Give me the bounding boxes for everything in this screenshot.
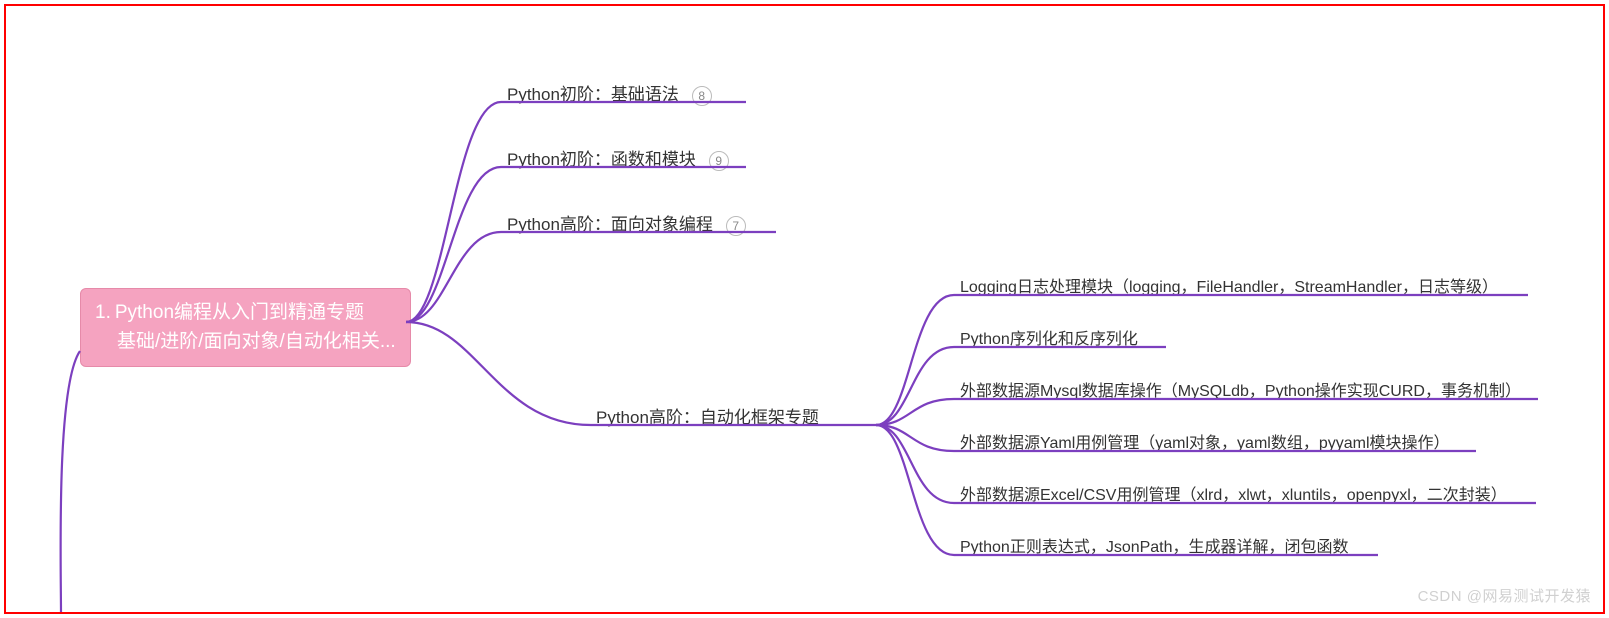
leaf-yaml[interactable]: 外部数据源Yaml用例管理（yaml对象，yaml数组，pyyaml模块操作） (960, 429, 1450, 453)
badge-icon: 7 (726, 216, 746, 236)
branch-functions-modules[interactable]: Python初阶：函数和模块 9 (507, 145, 729, 171)
leaf-mysql[interactable]: 外部数据源Mysql数据库操作（MySQLdb，Python操作实现CURD，事… (960, 377, 1521, 401)
leaf-regex[interactable]: Python正则表达式，JsonPath，生成器详解，闭包函数 (960, 533, 1349, 557)
branch-basic-syntax[interactable]: Python初阶：基础语法 8 (507, 80, 712, 106)
watermark: CSDN @网易测试开发猿 (1418, 585, 1591, 606)
leaf-logging[interactable]: Logging日志处理模块（logging，FileHandler，Stream… (960, 273, 1498, 297)
root-number: 1. (95, 302, 111, 323)
badge-icon: 8 (692, 86, 712, 106)
root-line1: Python编程从入门到精通专题 (115, 302, 364, 323)
root-node[interactable]: 1.Python编程从入门到精通专题 基础/进阶/面向对象/自动化相关... (80, 288, 411, 367)
diagram-frame: { "root": { "number": "1.", "line1": "Py… (4, 4, 1605, 614)
badge-icon: 9 (709, 151, 729, 171)
root-line2: 基础/进阶/面向对象/自动化相关... (117, 331, 396, 352)
branch-oop[interactable]: Python高阶：面向对象编程 7 (507, 210, 746, 236)
branch-automation[interactable]: Python高阶：自动化框架专题 (596, 403, 819, 428)
leaf-serialization[interactable]: Python序列化和反序列化 (960, 325, 1138, 349)
leaf-excel[interactable]: 外部数据源Excel/CSV用例管理（xlrd，xlwt，xluntils，op… (960, 481, 1507, 505)
